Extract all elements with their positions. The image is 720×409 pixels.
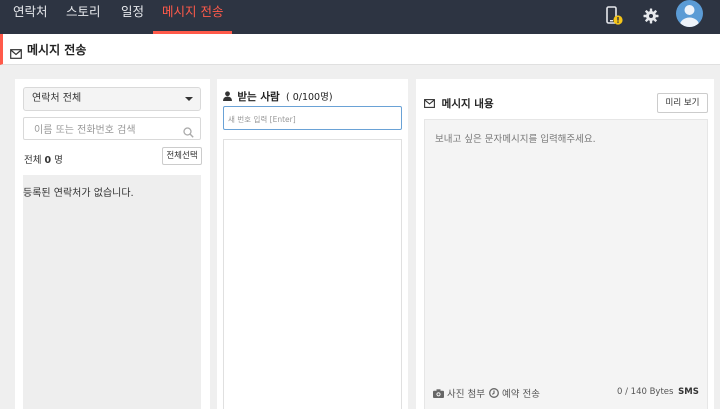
- gear-icon[interactable]: [640, 5, 662, 27]
- new-number-box[interactable]: [223, 106, 402, 131]
- contact-search-input[interactable]: [24, 120, 174, 141]
- contact-list-empty-text: 등록된 연락처가 없습니다.: [23, 188, 134, 199]
- schedule-send-button[interactable]: 예약 전송: [489, 386, 540, 400]
- top-navigation: 연락처 스토리 일정 메시지 전송: [0, 0, 720, 34]
- message-panel: 메시지 내용 미리 보기 사진 첨부 예약 전송 0 / 140 Bytes S…: [416, 79, 714, 409]
- nav-tab-send-message[interactable]: 메시지 전송: [153, 0, 232, 34]
- contact-count-value: 0: [44, 155, 52, 166]
- recipients-label: 받는 사람: [237, 91, 280, 103]
- message-textarea[interactable]: [425, 120, 707, 370]
- select-all-button[interactable]: 전체선택: [162, 147, 202, 165]
- recipients-header: 받는 사람 ( 0/100명): [223, 89, 333, 104]
- contacts-panel: 연락처 전체 전체 0 명 전체선택 등록된 연락처가 없습니다.: [15, 79, 210, 409]
- search-icon[interactable]: [183, 123, 194, 142]
- message-type: SMS: [678, 387, 699, 397]
- contact-count: 전체 0 명: [24, 152, 63, 166]
- phone-alert-icon[interactable]: [603, 5, 625, 27]
- nav-tab-contacts[interactable]: 연락처: [13, 0, 48, 34]
- envelope-icon: [424, 99, 435, 111]
- preview-button[interactable]: 미리 보기: [657, 93, 708, 113]
- nav-tab-schedule[interactable]: 일정: [121, 0, 144, 34]
- message-header: 메시지 내용: [424, 96, 494, 111]
- attach-photo-label: 사진 첨부: [447, 389, 485, 400]
- contact-group-select[interactable]: 연락처 전체: [23, 87, 201, 111]
- page-header: 메시지 전송: [0, 34, 720, 65]
- contact-search-box[interactable]: [23, 117, 201, 142]
- new-number-input[interactable]: [224, 108, 401, 131]
- message-editor: 사진 첨부 예약 전송 0 / 140 Bytes SMS: [424, 119, 708, 409]
- recipient-list: [223, 139, 402, 409]
- nav-tab-story[interactable]: 스토리: [66, 0, 101, 34]
- schedule-send-label: 예약 전송: [502, 389, 540, 400]
- person-icon: [223, 91, 232, 101]
- contact-group-value: 연락처 전체: [32, 93, 82, 104]
- user-avatar-icon[interactable]: [676, 0, 703, 27]
- recipients-panel: 받는 사람 ( 0/100명): [217, 79, 408, 409]
- contact-count-label: 전체: [24, 155, 42, 166]
- caret-down-icon: [185, 97, 193, 101]
- clock-icon: [489, 388, 499, 398]
- attach-photo-button[interactable]: 사진 첨부: [433, 386, 485, 400]
- page-title: 메시지 전송: [27, 43, 87, 57]
- recipients-count: ( 0/100명): [285, 92, 333, 103]
- message-title: 메시지 내용: [441, 98, 494, 110]
- camera-icon: [433, 388, 444, 398]
- byte-counter: 0 / 140 Bytes SMS: [617, 387, 699, 397]
- byte-count: 0 / 140 Bytes: [617, 387, 674, 397]
- contact-list: 등록된 연락처가 없습니다.: [23, 175, 201, 409]
- contact-count-unit: 명: [54, 155, 63, 166]
- envelope-icon: [10, 44, 22, 63]
